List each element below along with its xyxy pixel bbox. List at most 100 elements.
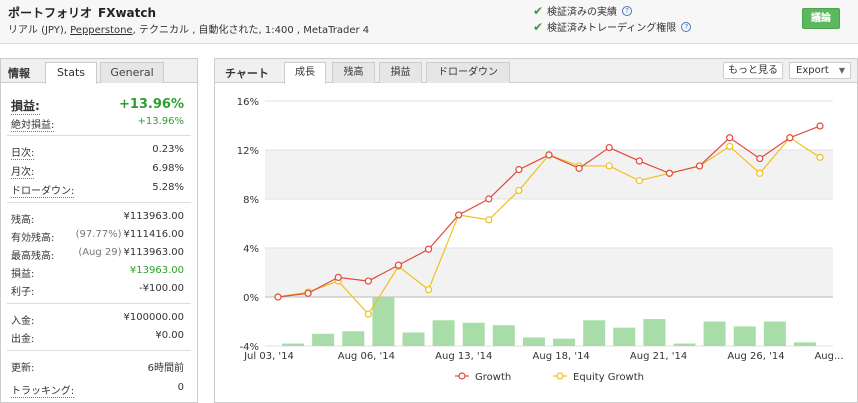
check-icon: ✔	[533, 3, 544, 18]
bar	[583, 320, 606, 346]
abs-gain-label[interactable]: 絶対損益:	[11, 116, 55, 132]
broker-link[interactable]: Pepperstone	[70, 25, 133, 36]
x-tick-label: Jul 03, '14	[243, 351, 294, 362]
updated-row: 更新: 6時間前	[11, 359, 184, 374]
more-button[interactable]: もっと見る	[723, 62, 783, 79]
data-point	[726, 142, 734, 150]
withdrawals-label: 出金:	[11, 334, 35, 345]
data-point	[816, 153, 824, 161]
profit-row: 損益: ¥13963.00	[11, 265, 184, 280]
bar	[793, 342, 816, 346]
x-tick-label: Aug...	[814, 351, 843, 362]
data-point	[756, 169, 764, 177]
bar	[372, 297, 395, 346]
y-tick-label: 0%	[243, 293, 259, 304]
bar-series	[282, 297, 816, 346]
tracking-row: トラッキング: 0	[11, 382, 184, 398]
data-point	[816, 122, 824, 130]
daily-value: 0.23%	[152, 144, 184, 155]
data-point	[485, 195, 493, 203]
data-point	[575, 164, 583, 172]
bar	[733, 326, 756, 346]
help-icon[interactable]: ?	[681, 21, 692, 32]
account-type: リアル (JPY),	[8, 25, 67, 36]
drawdown-label[interactable]: ドローダウン:	[11, 182, 75, 198]
data-point	[455, 211, 463, 219]
tab-general[interactable]: General	[100, 62, 164, 83]
export-dropdown[interactable]: Export ▼	[789, 62, 851, 79]
data-point	[424, 286, 433, 294]
bar	[462, 322, 485, 346]
highest-row: 最高残高: (Aug 29) ¥113963.00	[11, 247, 184, 262]
equity-value-wrap: (97.77%) ¥111416.00	[76, 229, 184, 240]
info-label: 情報	[8, 67, 30, 80]
discuss-button[interactable]: 議論	[802, 8, 840, 29]
legend-marker	[458, 372, 466, 380]
deposits-value: ¥100000.00	[123, 312, 184, 323]
data-point	[756, 154, 764, 163]
tab-stats[interactable]: Stats	[45, 62, 97, 84]
divider	[7, 303, 191, 304]
check-icon: ✔	[533, 19, 544, 34]
data-point	[274, 293, 282, 301]
bar	[763, 321, 786, 346]
y-axis: 16%12%8%4%0%-4%	[237, 97, 259, 353]
gain-label[interactable]: 損益:	[11, 97, 40, 115]
equity-row: 有効残高: (97.77%) ¥111416.00	[11, 229, 184, 244]
x-tick-label: Aug 06, '14	[338, 351, 395, 362]
gain-value: +13.96%	[118, 97, 184, 112]
y-tick-label: 12%	[237, 146, 259, 157]
monthly-label[interactable]: 月次:	[11, 163, 35, 179]
tab-growth[interactable]: 成長	[284, 62, 326, 84]
daily-row: 日次: 0.23%	[11, 144, 184, 160]
tab-profit[interactable]: 損益	[379, 62, 422, 83]
legend-label: Equity Growth	[573, 372, 644, 383]
divider	[7, 135, 191, 136]
grid-band	[265, 248, 833, 297]
tab-balance[interactable]: 残高	[332, 62, 375, 83]
chart-label: チャート	[225, 67, 269, 80]
legend-marker	[556, 372, 564, 380]
bar	[492, 325, 515, 346]
bar	[312, 333, 335, 346]
chart-tabbar: チャート 成長 残高 損益 ドローダウン もっと見る Export ▼	[215, 59, 857, 84]
growth-chart: 16%12%8%4%0%-4% Jul 03, '14 Aug 06, '14 Au…	[237, 97, 844, 383]
equity-label: 有効残高:	[11, 233, 55, 244]
data-point	[424, 245, 433, 253]
highest-value-wrap: (Aug 29) ¥113963.00	[78, 247, 184, 258]
data-point	[364, 310, 372, 318]
data-point	[304, 289, 312, 297]
y-tick-label: 8%	[243, 195, 259, 206]
bar	[703, 321, 726, 346]
balance-value: ¥113963.00	[123, 211, 184, 222]
interest-label: 利子:	[11, 287, 35, 298]
export-label: Export	[796, 65, 829, 76]
divider	[7, 350, 191, 351]
bar	[432, 320, 455, 346]
bar	[553, 338, 576, 346]
equity-value: ¥111416.00	[123, 229, 184, 240]
bar	[402, 332, 425, 346]
interest-row: 利子: -¥100.00	[11, 283, 184, 298]
account-meta: , テクニカル , 自動化された, 1:400 , MetaTrader 4	[132, 25, 370, 36]
deposits-label: 入金:	[11, 316, 35, 327]
interest-value: -¥100.00	[139, 283, 184, 294]
bar	[522, 337, 545, 346]
verified-trading-label: 検証済みトレーディング権限	[547, 23, 677, 34]
daily-label[interactable]: 日次:	[11, 144, 35, 160]
withdrawals-value: ¥0.00	[155, 330, 184, 341]
stats-panel: 情報 Stats General 損益: +13.96% 絶対損益: +13.9…	[0, 58, 198, 403]
equity-percent: (97.77%)	[75, 229, 122, 240]
help-icon[interactable]: ?	[622, 5, 632, 16]
y-tick-label: 16%	[237, 97, 259, 108]
tab-drawdown[interactable]: ドローダウン	[426, 62, 510, 83]
data-point	[695, 162, 704, 170]
gain-row: 損益: +13.96%	[11, 97, 184, 115]
tracking-label[interactable]: トラッキング:	[11, 382, 75, 398]
data-point	[515, 186, 523, 195]
data-point	[545, 151, 553, 159]
page-title-label: ポートフォリオ	[8, 6, 93, 20]
bar	[613, 327, 636, 346]
data-point	[515, 165, 523, 174]
data-point	[394, 261, 403, 269]
